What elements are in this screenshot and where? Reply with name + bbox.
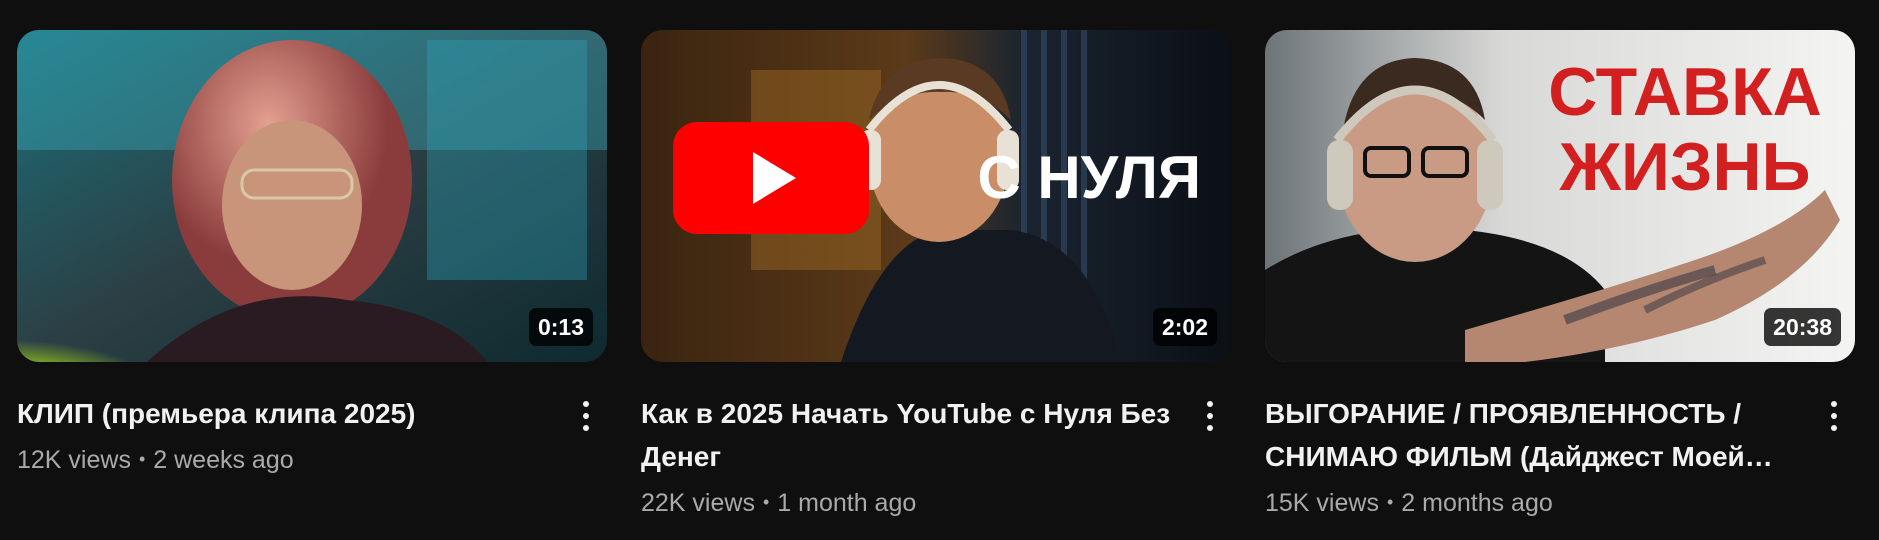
more-vert-icon[interactable]: [1195, 396, 1225, 436]
video-stats: 15K views • 2 months ago: [1265, 485, 1795, 520]
video-card[interactable]: С НУЛЯ 2:02 Как в 2025 Начать YouTube с …: [641, 30, 1231, 520]
video-stats: 12K views • 2 weeks ago: [17, 442, 547, 477]
more-vert-icon[interactable]: [571, 396, 601, 436]
separator-dot: •: [762, 492, 770, 512]
thumbnail-image: С НУЛЯ: [641, 30, 1231, 362]
separator-dot: •: [138, 449, 146, 469]
video-card[interactable]: СТАВКА ЖИЗНЬ 20:38 ВЫГОРАНИЕ / ПРОЯВЛЕНН…: [1265, 30, 1855, 520]
video-title[interactable]: Как в 2025 Начать YouTube с Нуля Без Ден…: [641, 392, 1171, 478]
video-grid: 0:13 КЛИП (премьера клипа 2025) 12K view…: [17, 30, 1855, 520]
video-title[interactable]: КЛИП (премьера клипа 2025): [17, 392, 547, 435]
separator-dot: •: [1386, 492, 1394, 512]
video-duration: 2:02: [1152, 308, 1217, 346]
video-duration: 0:13: [528, 308, 593, 346]
view-count: 22K views: [641, 489, 755, 517]
video-details: Как в 2025 Начать YouTube с Нуля Без Ден…: [641, 392, 1231, 520]
thumbnail-text: С НУЛЯ: [977, 144, 1201, 211]
view-count: 12K views: [17, 446, 131, 474]
video-thumbnail[interactable]: 0:13: [17, 30, 607, 362]
video-details: ВЫГОРАНИЕ / ПРОЯВЛЕННОСТЬ / СНИМАЮ ФИЛЬМ…: [1265, 392, 1855, 520]
view-count: 15K views: [1265, 489, 1379, 517]
video-stats: 22K views • 1 month ago: [641, 485, 1171, 520]
more-vert-icon[interactable]: [1819, 396, 1849, 436]
thumbnail-image: [17, 30, 607, 362]
upload-age: 2 weeks ago: [153, 446, 294, 474]
upload-age: 2 months ago: [1401, 489, 1553, 517]
video-card[interactable]: 0:13 КЛИП (премьера клипа 2025) 12K view…: [17, 30, 607, 520]
thumbnail-text: СТАВКА: [1548, 54, 1822, 130]
video-duration: 20:38: [1764, 308, 1841, 346]
video-title[interactable]: ВЫГОРАНИЕ / ПРОЯВЛЕННОСТЬ / СНИМАЮ ФИЛЬМ…: [1265, 392, 1795, 478]
upload-age: 1 month ago: [777, 489, 917, 517]
video-thumbnail[interactable]: С НУЛЯ 2:02: [641, 30, 1231, 362]
thumbnail-text: ЖИЗНЬ: [1559, 129, 1811, 205]
video-details: КЛИП (премьера клипа 2025) 12K views • 2 w…: [17, 392, 607, 477]
video-thumbnail[interactable]: СТАВКА ЖИЗНЬ 20:38: [1265, 30, 1855, 362]
